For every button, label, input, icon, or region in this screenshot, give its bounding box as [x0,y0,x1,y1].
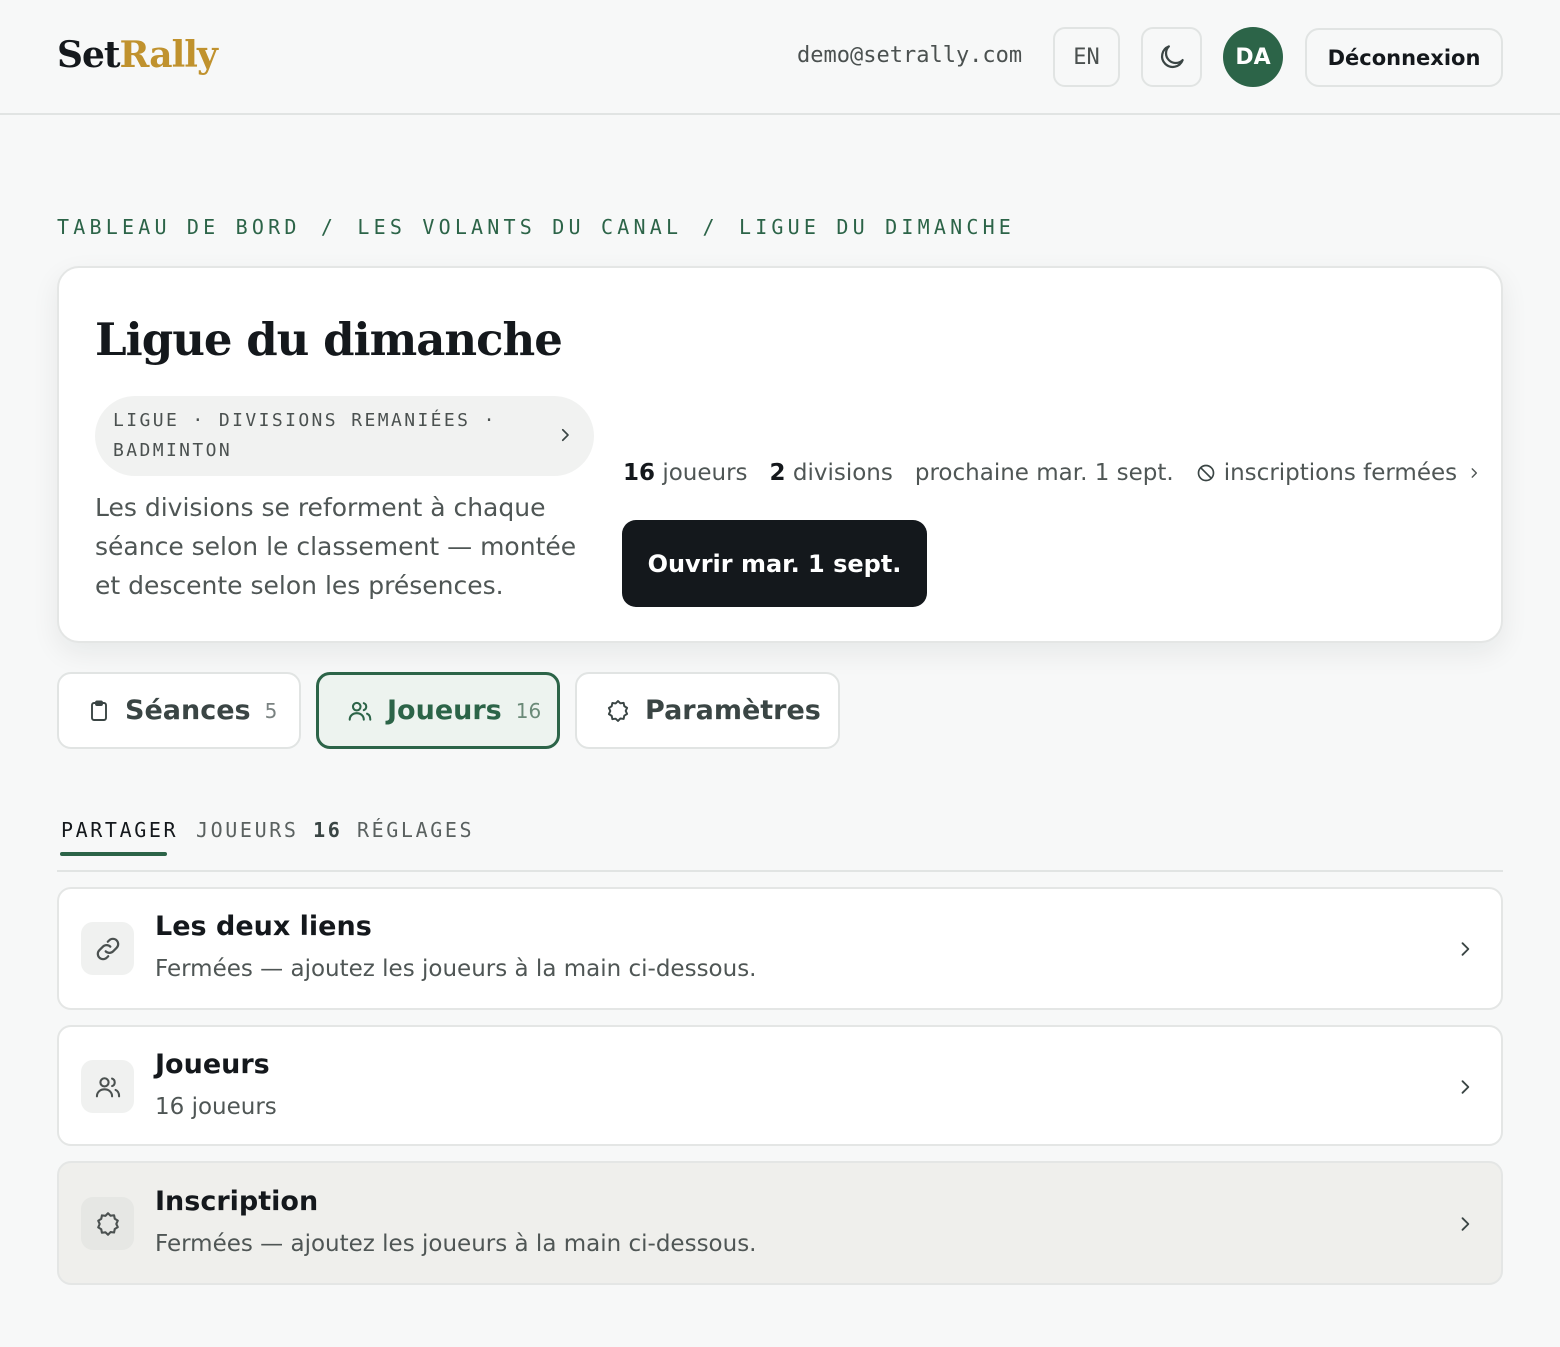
tab-sessions-count: 5 [264,698,278,723]
tab-settings[interactable]: Paramètres [575,672,840,749]
chevron-right-icon [1455,1214,1475,1234]
gear-icon [81,1197,134,1250]
brand-logo[interactable]: SetRally [57,33,218,77]
breadcrumb-item-league: LIGUE DU DIMANCHE [738,215,1016,239]
breadcrumb-separator: / [702,215,719,239]
players-count: 16 [623,460,656,486]
row-players-subtitle: 16 joueurs [155,1094,277,1120]
chevron-right-icon [1455,1077,1475,1097]
chevron-right-icon [556,426,574,444]
active-tab-indicator [60,852,167,856]
subtab-players-label: JOUEURS [196,818,299,842]
league-description: Les divisions se reforment à chaque séan… [95,493,577,600]
breadcrumb: TABLEAU DE BORD / LES VOLANTS DU CANAL /… [57,214,1015,240]
row-links-title: Les deux liens [155,911,372,942]
chevron-right-icon [1455,939,1475,959]
brand-logo-part1: Set [57,34,121,76]
tab-players[interactable]: Joueurs 16 [316,672,560,749]
subtab-players[interactable]: JOUEURS 16 [196,816,342,856]
league-summary-card: Ligue du dimanche LIGUE · DIVISIONS REMA… [57,266,1503,643]
subtab-settings-label: RÉGLAGES [357,818,475,842]
row-registration-subtitle: Fermées — ajoutez les joueurs à la main … [155,1231,757,1257]
theme-toggle-button[interactable] [1141,27,1202,87]
tab-players-count: 16 [515,698,542,723]
tab-settings-label: Paramètres [645,695,821,726]
row-players-title: Joueurs [155,1049,270,1080]
league-type-label: LIGUE · DIVISIONS REMANIÉES · BADMINTON [113,410,497,461]
ban-icon [1196,463,1216,483]
breadcrumb-item-dashboard[interactable]: TABLEAU DE BORD [57,215,301,239]
brand-logo-part2: Rally [119,34,218,76]
language-toggle-button[interactable]: EN [1053,27,1120,87]
tab-sessions[interactable]: Séances 5 [57,672,301,749]
avatar[interactable]: DA [1223,27,1283,87]
breadcrumb-item-club[interactable]: LES VOLANTS DU CANAL [357,215,682,239]
users-icon [347,698,373,724]
divisions-count: 2 [769,460,786,486]
subtab-players-count: 16 [313,818,343,842]
tab-sessions-label: Séances [125,695,251,726]
row-links-subtitle: Fermées — ajoutez les joueurs à la main … [155,956,757,982]
top-bar: SetRally demo@setrally.com EN DA Déconne… [0,0,1560,115]
divisions-label: divisions [792,460,893,486]
chevron-right-icon [1467,466,1481,480]
next-session: prochaine mar. 1 sept. [914,460,1174,486]
logout-button[interactable]: Déconnexion [1305,28,1503,87]
sub-tabs: PARTAGER JOUEURS 16 RÉGLAGES [57,816,1503,872]
players-label: joueurs [662,460,748,486]
registration-status[interactable]: inscriptions fermées [1224,460,1457,486]
row-registration[interactable]: Inscription Fermées — ajoutez les joueur… [57,1161,1503,1285]
clipboard-icon [87,699,111,723]
users-icon [81,1060,134,1113]
row-players[interactable]: Joueurs 16 joueurs [57,1025,1503,1146]
user-email: demo@setrally.com [797,43,1023,68]
row-registration-title: Inscription [155,1186,319,1217]
subtab-share[interactable]: PARTAGER [61,816,178,856]
gear-icon [605,698,631,724]
league-type-pill[interactable]: LIGUE · DIVISIONS REMANIÉES · BADMINTON [95,396,594,476]
tab-players-label: Joueurs [387,695,502,726]
page-title: Ligue du dimanche [95,313,563,366]
breadcrumb-separator: / [320,215,338,239]
subtab-share-label: PARTAGER [61,818,179,842]
league-stats: 16 joueurs 2 divisions prochaine mar. 1 … [623,456,1481,490]
subtab-settings[interactable]: RÉGLAGES [357,816,474,856]
open-session-button[interactable]: Ouvrir mar. 1 sept. [622,520,927,607]
moon-icon [1157,42,1187,72]
row-links[interactable]: Les deux liens Fermées — ajoutez les jou… [57,887,1503,1010]
link-icon [81,922,134,975]
